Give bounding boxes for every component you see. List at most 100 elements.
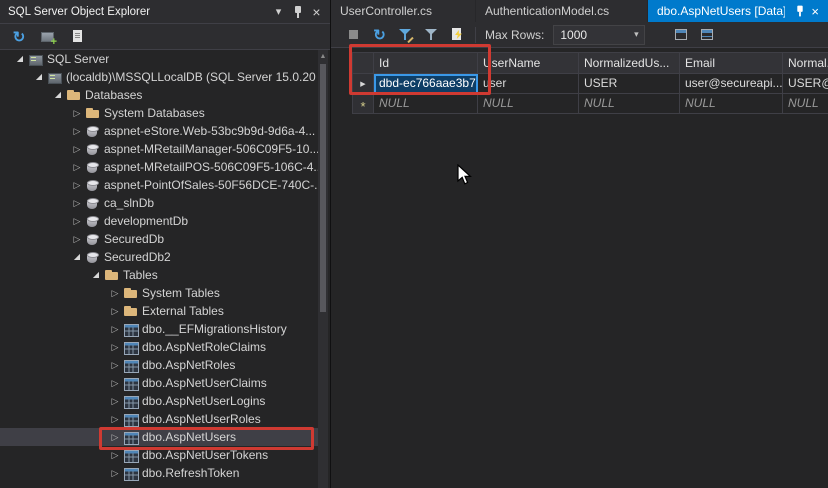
collapse-icon[interactable]: ◢	[50, 86, 66, 104]
tree-item-dbo-aspnetroleclaims[interactable]: ▷ dbo.AspNetRoleClaims	[0, 338, 318, 356]
expand-icon[interactable]: ▷	[107, 284, 123, 302]
tree-item-dbo-refreshtoken[interactable]: ▷ dbo.RefreshToken	[0, 464, 318, 482]
tree-scrollbar[interactable]: ▲	[318, 50, 328, 488]
expand-icon[interactable]: ▷	[69, 140, 85, 158]
tree-item-dbo-aspnetusertokens[interactable]: ▷ dbo.AspNetUserTokens	[0, 446, 318, 464]
tree-item-developmentdb[interactable]: ▷ developmentDb	[0, 212, 318, 230]
expand-icon[interactable]: ▷	[107, 302, 123, 320]
scroll-up-icon[interactable]: ▲	[318, 50, 328, 62]
document-glyph	[70, 29, 85, 44]
tree-item-secureddb[interactable]: ▷ SecuredDb	[0, 230, 318, 248]
grid-cell[interactable]: NULL	[680, 94, 783, 114]
grid-cell[interactable]: user@secureapi...	[680, 74, 783, 94]
tree-item-label: dbo.AspNetRoles	[142, 358, 236, 372]
stop-icon[interactable]	[345, 26, 362, 43]
tree-item-aspnet-mretailmanager-506c09f5-10[interactable]: ▷ aspnet-MRetailManager-506C09F5-10...	[0, 140, 318, 158]
grid-cell[interactable]: NULL	[579, 94, 680, 114]
expand-icon[interactable]: ▷	[107, 464, 123, 482]
grid-cell[interactable]: USER	[579, 74, 680, 94]
tree-item-system-databases[interactable]: ▷ System Databases	[0, 104, 318, 122]
add-sql-server-icon[interactable]	[38, 27, 58, 48]
refresh-icon[interactable]: ↻	[371, 26, 388, 44]
current-row-indicator[interactable]: ▶	[352, 74, 374, 94]
tree-item-sql-server[interactable]: ◢ SQL Server	[0, 50, 318, 68]
expand-icon[interactable]: ▷	[107, 410, 123, 428]
script-file-icon[interactable]	[699, 26, 716, 43]
script-icon[interactable]	[449, 26, 466, 43]
refresh-icon[interactable]: ↻	[9, 27, 29, 47]
tree-item-external-tables[interactable]: ▷ External Tables	[0, 302, 318, 320]
expand-icon[interactable]: ▷	[107, 428, 123, 446]
grid-cell[interactable]: dbd-ec766aae3b7c	[374, 74, 478, 94]
expand-icon[interactable]: ▷	[107, 338, 123, 356]
column-header-normalizedus[interactable]: NormalizedUs...	[579, 52, 680, 74]
pin-icon[interactable]	[288, 2, 307, 21]
expand-icon[interactable]: ▷	[69, 230, 85, 248]
expand-icon[interactable]: ▷	[107, 392, 123, 410]
expand-icon[interactable]: ▷	[69, 122, 85, 140]
new-query-icon[interactable]	[67, 27, 87, 47]
filter-icon[interactable]	[423, 26, 440, 43]
panel-titlebar[interactable]: SQL Server Object Explorer ▾ ×	[0, 0, 330, 24]
tree-item-dbo-efmigrationshistory[interactable]: ▷ dbo.__EFMigrationsHistory	[0, 320, 318, 338]
tab-authenticationmodel-cs[interactable]: AuthenticationModel.cs	[476, 0, 648, 22]
column-header-id[interactable]: Id	[374, 52, 478, 74]
tree-item-secureddb2[interactable]: ◢ SecuredDb2	[0, 248, 318, 266]
tree-item-ca-slndb[interactable]: ▷ ca_slnDb	[0, 194, 318, 212]
tree-item-dbo-aspnetroles[interactable]: ▷ dbo.AspNetRoles	[0, 356, 318, 374]
table-icon	[123, 358, 139, 373]
script-pane-icon[interactable]	[673, 26, 690, 43]
max-rows-combobox[interactable]: 1000 ▾	[553, 24, 646, 45]
database-icon	[85, 124, 100, 139]
new-row-indicator[interactable]: *	[352, 94, 374, 114]
close-icon[interactable]: ×	[307, 2, 326, 21]
tree-item-aspnet-pointofsales-50f56dce-740c[interactable]: ▷ aspnet-PointOfSales-50F56DCE-740C-...	[0, 176, 318, 194]
column-header-email[interactable]: Email	[680, 52, 783, 74]
dropdown-arrow-icon[interactable]: ▾	[628, 29, 644, 40]
chevron-down-icon[interactable]: ▾	[269, 2, 288, 21]
tree-item-label: aspnet-MRetailManager-506C09F5-10...	[104, 142, 318, 156]
tree-item-dbo-aspnetuserclaims[interactable]: ▷ dbo.AspNetUserClaims	[0, 374, 318, 392]
tree-item-localdb-mssqllocaldb-sql-server-15-0-20[interactable]: ◢ (localdb)\MSSQLLocalDB (SQL Server 15.0…	[0, 68, 318, 86]
tree-item-system-tables[interactable]: ▷ System Tables	[0, 284, 318, 302]
collapse-icon[interactable]: ◢	[69, 248, 85, 266]
expand-icon[interactable]: ▷	[69, 176, 85, 194]
tree-item-label: (localdb)\MSSQLLocalDB (SQL Server 15.0.…	[66, 70, 316, 84]
tree-item-aspnet-mretailpos-506c09f5-106c-4[interactable]: ▷ aspnet-MRetailPOS-506C09F5-106C-4...	[0, 158, 318, 176]
tree-item-dbo-aspnetuserlogins[interactable]: ▷ dbo.AspNetUserLogins	[0, 392, 318, 410]
collapse-icon[interactable]: ◢	[88, 266, 104, 284]
tree-item-label: aspnet-eStore.Web-53bc9b9d-9d6a-4...	[104, 124, 316, 138]
grid-cell[interactable]: NULL	[374, 94, 478, 114]
tree-item-label: developmentDb	[104, 214, 189, 228]
column-header-username[interactable]: UserName	[478, 52, 579, 74]
tree-item-databases[interactable]: ◢ Databases	[0, 86, 318, 104]
tab-dbo-aspnetusers-data[interactable]: dbo.AspNetUsers [Data] ×	[648, 0, 828, 22]
grid-cell[interactable]: NULL	[783, 94, 828, 114]
table-icon	[123, 394, 139, 409]
tree-item-tables[interactable]: ◢ Tables	[0, 266, 318, 284]
tree-item-label: dbo.__EFMigrationsHistory	[142, 322, 287, 336]
expand-icon[interactable]: ▷	[69, 194, 85, 212]
tree-item-dbo-aspnetuserroles[interactable]: ▷ dbo.AspNetUserRoles	[0, 410, 318, 428]
collapse-icon[interactable]: ◢	[12, 50, 28, 68]
tree-item-dbo-aspnetusers[interactable]: ▷ dbo.AspNetUsers	[0, 428, 318, 446]
expand-icon[interactable]: ▷	[107, 320, 123, 338]
scrollbar-thumb[interactable]	[320, 64, 326, 312]
grid-cell[interactable]: NULL	[478, 94, 579, 114]
grid-cell[interactable]: user	[478, 74, 579, 94]
column-header-normal[interactable]: Normal...	[783, 52, 828, 74]
grid-cell[interactable]: USER@S...	[783, 74, 828, 94]
expand-icon[interactable]: ▷	[69, 158, 85, 176]
close-icon[interactable]: ×	[811, 4, 819, 19]
tab-usercontroller-cs[interactable]: UserController.cs	[331, 0, 476, 22]
collapse-icon[interactable]: ◢	[31, 68, 47, 86]
expand-icon[interactable]: ▷	[69, 104, 85, 122]
grid-corner-cell[interactable]	[352, 52, 374, 74]
tree-item-aspnet-estore-web-53bc9b9d-9d6a-4[interactable]: ▷ aspnet-eStore.Web-53bc9b9d-9d6a-4...	[0, 122, 318, 140]
pin-icon[interactable]	[794, 5, 805, 18]
expand-icon[interactable]: ▷	[107, 446, 123, 464]
expand-icon[interactable]: ▷	[107, 374, 123, 392]
expand-icon[interactable]: ▷	[107, 356, 123, 374]
filter-edit-icon[interactable]	[397, 26, 414, 44]
expand-icon[interactable]: ▷	[69, 212, 85, 230]
